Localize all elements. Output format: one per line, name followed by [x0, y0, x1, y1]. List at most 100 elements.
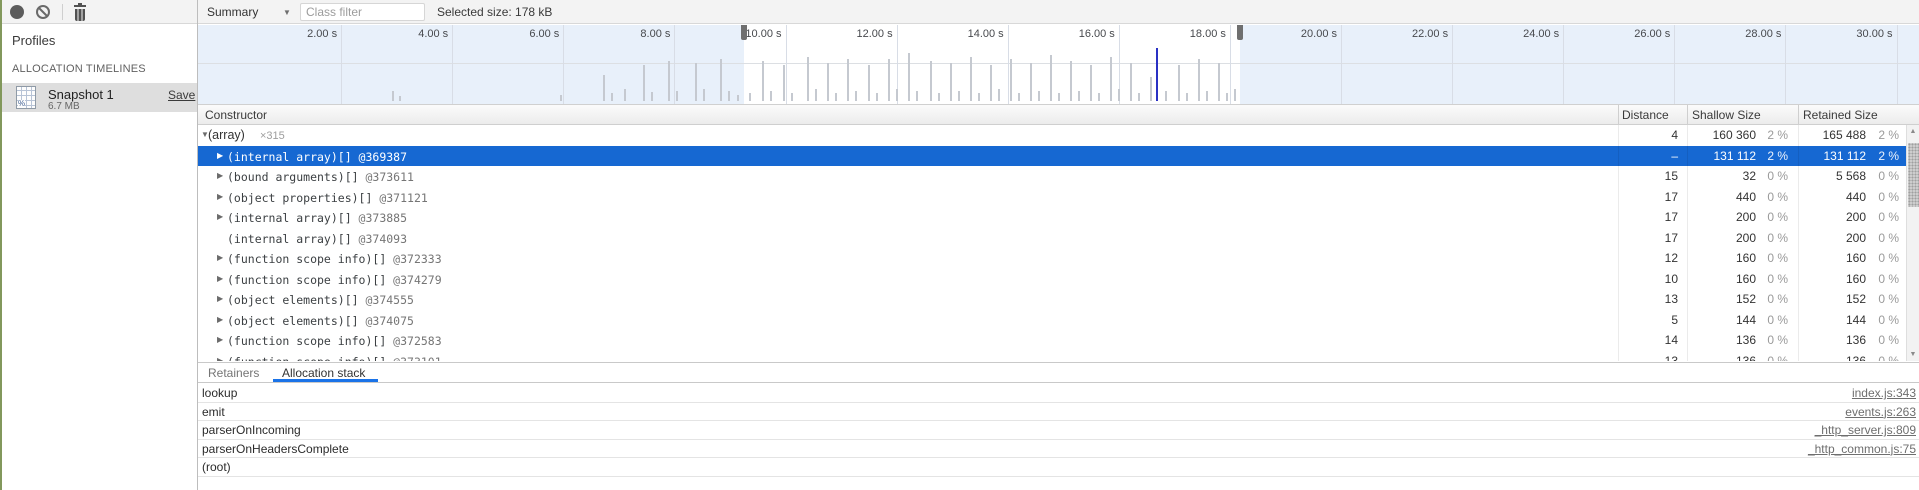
timeline-gridline: [452, 25, 453, 104]
scroll-up-icon[interactable]: ▲: [1907, 125, 1919, 138]
table-row[interactable]: ▶(function scope info)[] @373101131360 %…: [198, 351, 1906, 362]
timeline-tick-label: 24.00 s: [1488, 28, 1559, 40]
object-id: @369387: [352, 150, 407, 164]
allocation-bar: [791, 93, 793, 101]
shallow-size-percent: 2 %: [1758, 149, 1788, 163]
stack-frame-row[interactable]: lookupindex.js:343: [198, 384, 1919, 403]
source-link[interactable]: _http_server.js:809: [1815, 423, 1916, 437]
clear-icon[interactable]: [36, 5, 50, 19]
scrollbar-thumb[interactable]: [1908, 143, 1919, 207]
stack-frame-row[interactable]: (root): [198, 458, 1919, 477]
retained-size-value: 440: [1798, 190, 1866, 204]
table-row[interactable]: (internal array)[] @374093172000 %2000 %: [198, 228, 1906, 249]
timeline-gridline: [1341, 25, 1342, 104]
timeline-tick-label: 18.00 s: [1155, 28, 1226, 40]
column-retained-size[interactable]: Retained Size: [1803, 108, 1878, 122]
allocation-bar: [998, 89, 1000, 101]
object-id: @373101: [386, 355, 441, 362]
vertical-scrollbar[interactable]: ▲ ▼: [1906, 125, 1919, 361]
source-link[interactable]: events.js:263: [1845, 405, 1916, 419]
expand-arrow-icon[interactable]: ▶: [217, 294, 223, 303]
table-row[interactable]: ▶(object properties)[] @371121174400 %44…: [198, 187, 1906, 208]
table-row[interactable]: ▶(internal array)[] @373885172000 %2000 …: [198, 207, 1906, 228]
allocation-bar: [1118, 89, 1120, 101]
distance-value: –: [1618, 149, 1678, 163]
column-constructor[interactable]: Constructor: [205, 108, 267, 122]
timeline-tick-label: 2.00 s: [266, 28, 337, 40]
scroll-down-icon[interactable]: ▼: [1907, 348, 1919, 361]
allocation-bar: [762, 61, 764, 101]
distance-value: 17: [1618, 190, 1678, 204]
distance-value: 10: [1618, 272, 1678, 286]
allocation-bar: [896, 89, 898, 101]
stack-frame-row[interactable]: parserOnIncoming_http_server.js:809: [198, 421, 1919, 440]
table-row[interactable]: ▶(internal array)[] @369387–131 1122 %13…: [198, 146, 1906, 167]
allocation-bar: [1030, 63, 1032, 101]
tab-allocation-stack[interactable]: Allocation stack: [282, 366, 365, 380]
expand-arrow-icon[interactable]: ▶: [217, 253, 223, 262]
stack-frame-row[interactable]: parserOnHeadersComplete _http_common.js:7…: [198, 440, 1919, 459]
expand-arrow-icon[interactable]: ▶: [217, 274, 223, 283]
allocation-bar: [1165, 91, 1167, 101]
allocation-bar: [847, 59, 849, 101]
devtools-memory-panel: Summary ▼ Selected size: 178 kB Profiles…: [0, 0, 1919, 490]
allocation-bar: [815, 89, 817, 101]
timeline-tick-label: 26.00 s: [1599, 28, 1670, 40]
distance-value: 4: [1618, 128, 1678, 142]
expand-arrow-icon[interactable]: ▶: [217, 192, 223, 201]
selection-handle-left[interactable]: [741, 25, 747, 40]
allocation-bar: [970, 57, 972, 101]
column-shallow-size[interactable]: Shallow Size: [1692, 108, 1761, 122]
timeline-tick-label: 22.00 s: [1377, 28, 1448, 40]
tab-retainers[interactable]: Retainers: [208, 366, 259, 380]
timeline-gridline: [786, 25, 787, 104]
expand-arrow-icon[interactable]: ▶: [217, 212, 223, 221]
table-row[interactable]: ▶(bound arguments)[] @37361115320 %5 568…: [198, 166, 1906, 187]
allocation-bar: [651, 92, 653, 101]
stack-frame-row[interactable]: emitevents.js:263: [198, 403, 1919, 422]
expand-arrow-icon[interactable]: ▶: [217, 151, 223, 160]
trash-icon[interactable]: [72, 3, 88, 22]
active-tab-underline: [273, 379, 378, 382]
allocation-bar: [399, 96, 401, 101]
shallow-size-percent: 0 %: [1758, 313, 1788, 327]
column-distance[interactable]: Distance: [1622, 108, 1669, 122]
shallow-size-percent: 0 %: [1758, 354, 1788, 362]
timeline-gridline: [1674, 25, 1675, 104]
expand-arrow-icon[interactable]: ▶: [217, 335, 223, 344]
table-row[interactable]: ▶(function scope info)[] @374279101600 %…: [198, 269, 1906, 290]
source-link[interactable]: _http_common.js:75: [1808, 442, 1916, 456]
expand-arrow-icon[interactable]: ▶: [217, 171, 223, 180]
source-link[interactable]: index.js:343: [1852, 386, 1916, 400]
table-row[interactable]: ▼(array)×3154160 3602 %165 4882 %: [198, 125, 1906, 146]
retained-size-value: 200: [1798, 210, 1866, 224]
distance-value: 13: [1618, 292, 1678, 306]
shallow-size-value: 440: [1687, 190, 1756, 204]
timeline-gridline: [1897, 25, 1898, 104]
allocation-bar: [676, 91, 678, 101]
table-row[interactable]: ▶(object elements)[] @37407551440 %1440 …: [198, 310, 1906, 331]
timeline-gridline: [1563, 25, 1564, 104]
constructor-name: (array): [208, 128, 245, 142]
retained-size-percent: 0 %: [1868, 251, 1899, 265]
table-row[interactable]: ▶(function scope info)[] @372333121600 %…: [198, 248, 1906, 269]
shallow-size-percent: 0 %: [1758, 272, 1788, 286]
expand-arrow-icon[interactable]: ▶: [217, 315, 223, 324]
save-link[interactable]: Save: [168, 88, 195, 102]
table-row[interactable]: ▶(object elements)[] @374555131520 %1520…: [198, 289, 1906, 310]
selection-handle-right[interactable]: [1237, 25, 1243, 40]
allocation-bar: [835, 93, 837, 101]
class-filter-input[interactable]: [300, 3, 425, 21]
summary-dropdown[interactable]: Summary: [207, 5, 258, 19]
timeline[interactable]: 102 kB 2.00 s4.00 s6.00 s8.00 s10.00 s12…: [198, 25, 1919, 104]
expand-arrow-icon[interactable]: ▶: [217, 356, 223, 362]
record-icon[interactable]: [10, 5, 24, 19]
timeline-tick-label: 16.00 s: [1044, 28, 1115, 40]
stack-function-name: parserOnHeadersComplete: [202, 442, 349, 456]
sidebar-item-snapshot[interactable]: % Snapshot 1 6.7 MB Save: [2, 83, 197, 112]
allocation-bar: [728, 91, 730, 101]
constructor-name: (function scope info)[] @373101: [227, 355, 442, 362]
chevron-down-icon[interactable]: ▼: [283, 8, 291, 17]
table-row[interactable]: ▶(function scope info)[] @372583141360 %…: [198, 330, 1906, 351]
timeline-gridline: [563, 25, 564, 104]
